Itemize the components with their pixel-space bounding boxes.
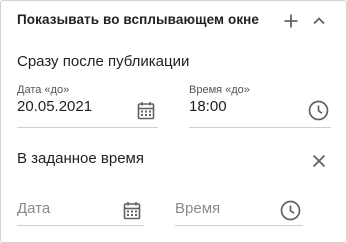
date-until-value[interactable]: 20.05.2021 (17, 98, 92, 115)
time-until-field[interactable]: Время «до» 18:00 (189, 84, 331, 129)
scheduled-time-field[interactable]: Время (175, 200, 303, 226)
calendar-button[interactable] (136, 100, 156, 120)
plus-icon (284, 14, 298, 28)
remove-scheduled-button[interactable] (308, 150, 330, 172)
section-title-scheduled: В заданное время (17, 150, 144, 167)
scheduled-time-placeholder[interactable]: Время (175, 200, 220, 217)
clock-icon (280, 200, 300, 220)
section-title-after-publication: Сразу после публикации (17, 53, 190, 70)
scheduled-date-field[interactable]: Дата (17, 200, 144, 226)
time-until-value[interactable]: 18:00 (189, 98, 227, 115)
scheduled-date-placeholder[interactable]: Дата (17, 200, 50, 217)
collapse-button[interactable] (308, 10, 330, 32)
close-icon (312, 154, 326, 168)
calendar-button[interactable] (122, 200, 142, 220)
scheduled-time-underline (175, 225, 303, 226)
clock-button[interactable] (307, 99, 329, 121)
popup-settings-panel: Показывать во всплывающем окне Сразу пос… (0, 0, 347, 243)
chevron-up-icon (313, 17, 325, 25)
clock-icon (308, 100, 328, 120)
calendar-icon (137, 101, 155, 119)
calendar-icon (123, 201, 141, 219)
time-until-underline (189, 127, 331, 128)
scheduled-date-underline (17, 225, 144, 226)
date-until-field[interactable]: Дата «до» 20.05.2021 (17, 84, 158, 129)
date-until-label: Дата «до» (17, 84, 70, 96)
date-until-underline (17, 127, 158, 128)
panel-title: Показывать во всплывающем окне (17, 12, 260, 27)
clock-button[interactable] (279, 199, 301, 221)
add-button[interactable] (280, 10, 302, 32)
time-until-label: Время «до» (189, 84, 250, 96)
